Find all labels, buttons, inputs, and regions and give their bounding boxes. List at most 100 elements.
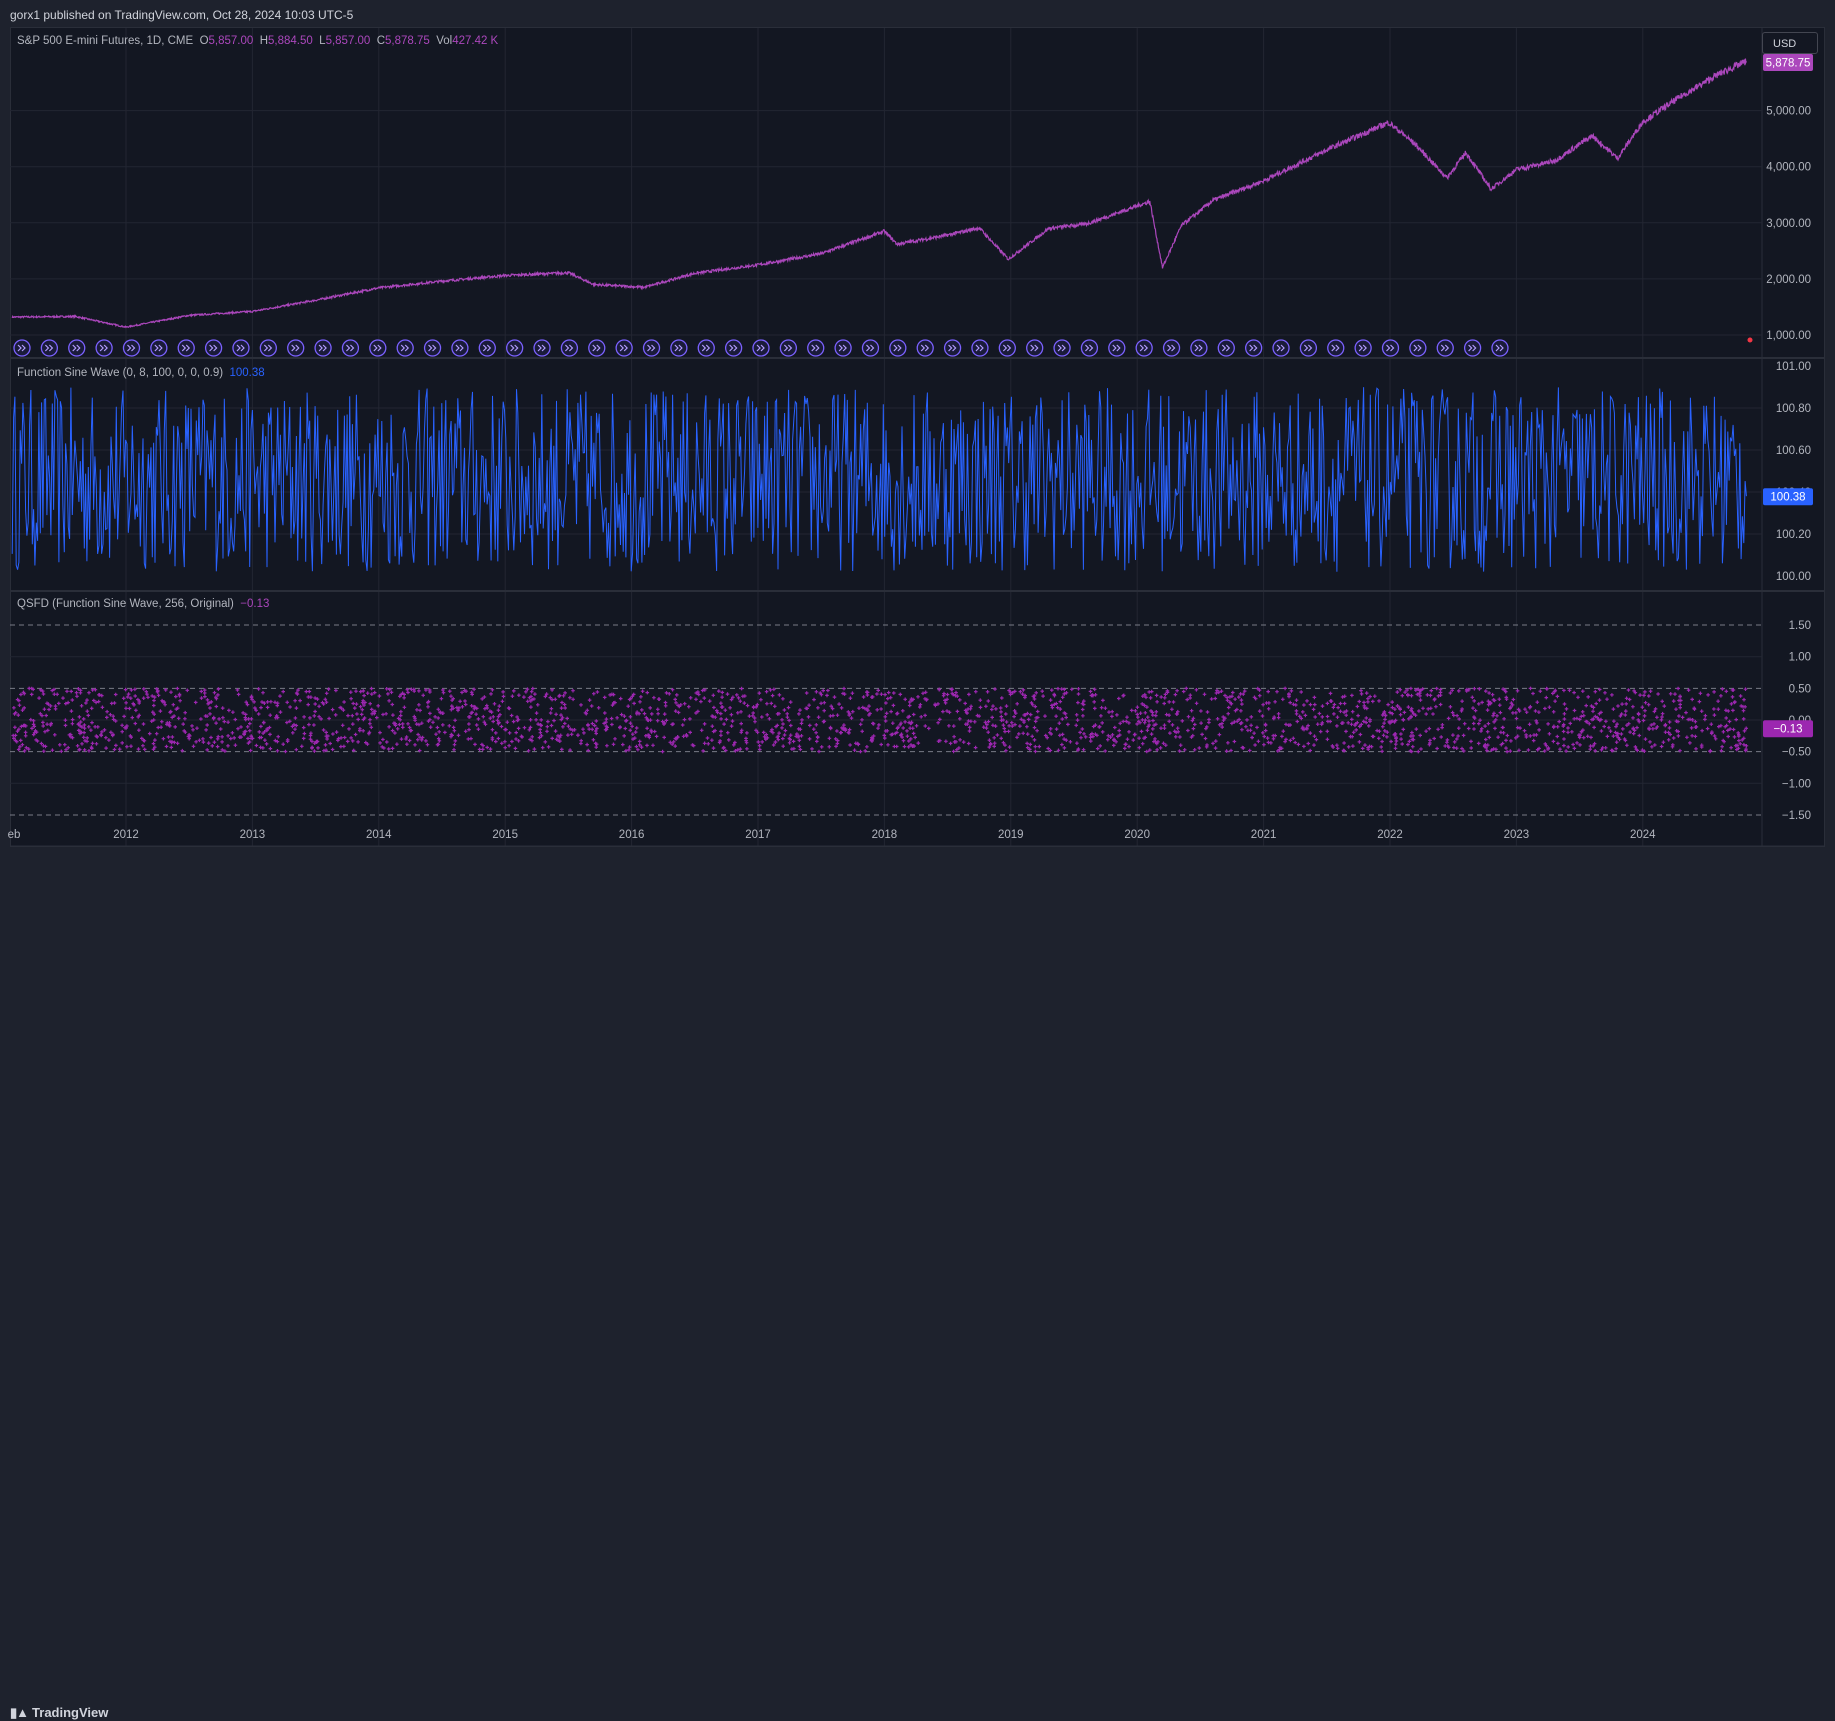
event-marker-circle[interactable] [369,339,387,357]
event-marker[interactable] [1409,339,1427,357]
event-marker[interactable] [1463,339,1482,357]
event-marker-circle[interactable] [998,339,1016,357]
event-marker[interactable] [13,339,31,357]
qsfd-last-badge[interactable]: −0.13 [1763,720,1813,738]
event-marker[interactable] [259,339,277,357]
event-marker-circle[interactable] [588,339,606,357]
event-marker[interactable] [177,339,195,357]
event-marker-circle[interactable] [943,339,962,357]
event-marker[interactable] [1190,339,1208,357]
event-marker[interactable] [943,339,962,357]
event-markers[interactable] [13,337,1753,357]
event-marker[interactable] [1080,339,1099,357]
event-marker[interactable] [889,339,907,357]
event-marker-circle[interactable] [259,339,277,357]
event-marker[interactable] [1217,339,1235,357]
event-marker[interactable] [1053,339,1071,357]
event-marker[interactable] [779,339,798,357]
event-marker-circle[interactable] [451,339,469,357]
event-marker-circle[interactable] [861,339,880,357]
event-marker-circle[interactable] [642,339,661,357]
event-marker-circle[interactable] [1354,339,1372,357]
event-marker[interactable] [95,339,113,357]
event-marker-circle[interactable] [232,339,250,357]
event-marker[interactable] [752,339,770,357]
event-marker-circle[interactable] [204,339,223,357]
event-marker-circle[interactable] [1463,339,1482,357]
event-marker-circle[interactable] [560,339,579,357]
event-marker-circle[interactable] [1327,339,1345,357]
event-marker-circle[interactable] [1491,339,1509,357]
event-marker-circle[interactable] [68,339,86,357]
event-marker[interactable] [834,339,852,357]
price-last-badge[interactable]: 5,878.75 [1763,54,1813,71]
event-marker-circle[interactable] [1135,339,1153,357]
event-marker-circle[interactable] [1299,339,1318,357]
event-marker-circle[interactable] [889,339,907,357]
event-marker-circle[interactable] [752,339,770,357]
event-marker-circle[interactable] [150,339,168,357]
event-marker-circle[interactable] [13,339,31,357]
price-line[interactable] [11,58,1747,329]
main-legend[interactable]: S&P 500 E-mini Futures, 1D, CME O5,857.0… [17,35,498,47]
event-marker[interactable] [369,339,387,357]
event-marker-circle[interactable] [287,339,305,357]
event-marker[interactable] [1381,339,1400,357]
event-marker[interactable] [506,339,524,357]
event-marker[interactable] [1026,339,1044,357]
event-marker[interactable] [1135,339,1153,357]
event-marker[interactable] [150,339,168,357]
event-marker[interactable] [1327,339,1345,357]
event-marker[interactable] [68,339,86,357]
event-marker[interactable] [204,339,223,357]
event-marker[interactable] [232,339,250,357]
event-marker[interactable] [1299,339,1318,357]
time-scale[interactable]: eb 2012 2013 2014 2015 2016 2017 2018 2019 2020 20… [8,829,1657,841]
event-marker-circle[interactable] [1217,339,1235,357]
sine-wave-line[interactable] [11,387,1747,572]
event-marker-circle[interactable] [396,339,414,357]
event-marker[interactable] [423,339,442,357]
event-marker[interactable] [287,339,305,357]
sine-last-badge[interactable]: 100.38 [1763,488,1813,506]
tradingview-logo[interactable]: ▮▲ TradingView [10,1705,108,1721]
event-marker-circle[interactable] [1190,339,1208,357]
event-marker[interactable] [916,339,934,357]
event-marker[interactable] [998,339,1016,357]
event-marker[interactable] [40,339,59,357]
event-marker[interactable] [615,339,633,357]
event-marker-circle[interactable] [1272,339,1290,357]
event-marker[interactable] [560,339,579,357]
sine-title[interactable]: Function Sine Wave (0, 8, 100, 0, 0, 0.9… [17,367,223,379]
event-marker[interactable] [533,339,551,357]
qsfd-title[interactable]: QSFD (Function Sine Wave, 256, Original) [17,598,234,610]
event-marker-circle[interactable] [807,339,825,357]
event-marker-circle[interactable] [779,339,798,357]
event-marker[interactable] [1162,339,1181,357]
event-marker-circle[interactable] [834,339,852,357]
event-marker[interactable] [971,339,989,357]
event-marker[interactable] [451,339,469,357]
event-marker[interactable] [1436,339,1454,357]
event-marker-circle[interactable] [916,339,934,357]
event-marker[interactable] [314,339,332,357]
sine-pane[interactable] [10,387,1762,572]
sine-legend[interactable]: Function Sine Wave (0, 8, 100, 0, 0, 0.9… [17,367,265,379]
event-marker[interactable] [697,339,715,357]
event-marker[interactable] [122,339,141,357]
event-marker[interactable] [1108,339,1126,357]
event-marker-circle[interactable] [341,339,360,357]
event-marker-circle[interactable] [697,339,715,357]
event-marker-circle[interactable] [971,339,989,357]
event-marker[interactable] [1245,339,1263,357]
qsfd-pane[interactable] [10,624,1762,816]
event-marker-circle[interactable] [122,339,141,357]
event-marker[interactable] [396,339,414,357]
event-marker[interactable] [807,339,825,357]
event-marker-circle[interactable] [670,339,688,357]
event-marker[interactable] [861,339,880,357]
event-marker-circle[interactable] [1026,339,1044,357]
event-marker[interactable] [1272,339,1290,357]
event-marker-circle[interactable] [1245,339,1263,357]
event-marker-circle[interactable] [1080,339,1099,357]
